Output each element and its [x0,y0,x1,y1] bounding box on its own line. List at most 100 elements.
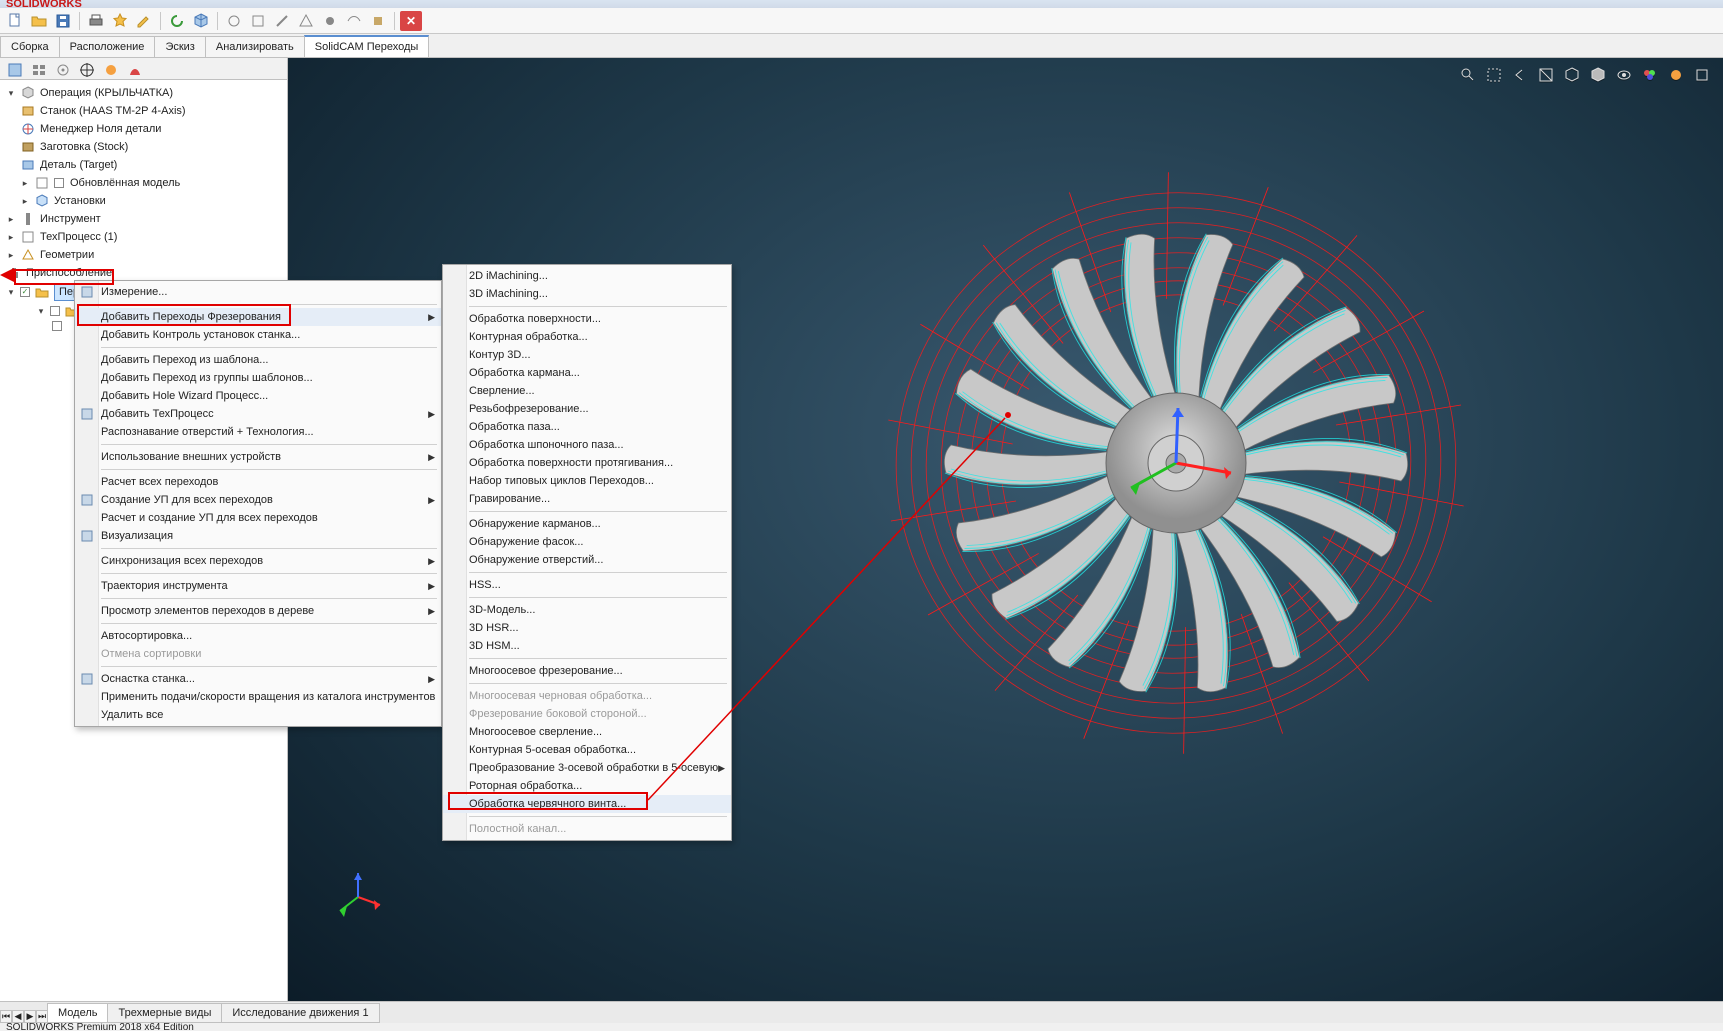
context-menu-item[interactable]: 3D iMachining... [443,285,731,303]
context-menu-item[interactable]: Обнаружение отверстий... [443,551,731,569]
property-tab[interactable] [52,60,74,80]
tab-analyze[interactable]: Анализировать [205,36,305,57]
appearance-tab[interactable] [100,60,122,80]
expand-icon[interactable]: ▸ [6,214,16,224]
context-menu-item[interactable]: Просмотр элементов переходов в дереве▶ [75,602,441,620]
expand-icon[interactable]: ▸ [6,250,16,260]
context-menu-item[interactable]: 3D HSM... [443,637,731,655]
open-button[interactable] [28,10,50,32]
context-menu-item[interactable]: Многоосевое фрезерование... [443,662,731,680]
tree-item[interactable]: Станок (HAAS TM-2P 4-Axis) [2,102,285,120]
tool-button[interactable] [343,10,365,32]
context-menu-item[interactable]: Добавить ТехПроцесс▶ [75,405,441,423]
context-menu-item[interactable]: Контурная обработка... [443,328,731,346]
zoom-fit-button[interactable] [1457,64,1479,86]
expand-icon[interactable]: ▸ [6,232,16,242]
view-orientation-button[interactable] [1561,64,1583,86]
context-menu-item[interactable]: Резьбофрезерование... [443,400,731,418]
context-menu-item[interactable]: Добавить Контроль установок станка... [75,326,441,344]
context-menu-item[interactable]: 3D HSR... [443,619,731,637]
tab-layout[interactable]: Расположение [59,36,156,57]
tool-button[interactable] [295,10,317,32]
expand-icon[interactable]: ▸ [20,196,30,206]
zoom-area-button[interactable] [1483,64,1505,86]
context-menu-item[interactable]: Оснастка станка...▶ [75,670,441,688]
context-menu-item[interactable]: Траектория инструмента▶ [75,577,441,595]
tree-item[interactable]: Заготовка (Stock) [2,138,285,156]
context-menu-item[interactable]: Гравирование... [443,490,731,508]
context-menu-item[interactable]: Обнаружение карманов... [443,515,731,533]
context-menu-item[interactable]: Контур 3D... [443,346,731,364]
context-menu-item[interactable]: Применить подачи/скорости вращения из ка… [75,688,441,706]
appearance-button[interactable] [1639,64,1661,86]
context-menu-item[interactable]: Контурная 5-осевая обработка... [443,741,731,759]
target-tab[interactable] [76,60,98,80]
tab-solidcam-transitions[interactable]: SolidCAM Переходы [304,35,430,57]
context-menu-item[interactable]: Измерение... [75,283,441,301]
tool-button[interactable] [223,10,245,32]
context-menu-item[interactable]: Добавить Переходы Фрезерования▶ [75,308,441,326]
checkbox-icon[interactable] [54,178,64,188]
axis-gizmo[interactable] [328,867,388,927]
feature-tree-tab[interactable] [4,60,26,80]
context-menu-item[interactable]: Визуализация [75,527,441,545]
context-menu-item[interactable]: Многоосевое сверление... [443,723,731,741]
tab-nav-prev[interactable]: ◀ [12,1010,24,1023]
cam-tab[interactable] [124,60,146,80]
expand-icon[interactable]: ▸ [20,178,30,188]
context-menu-item[interactable]: Распознавание отверстий + Технология... [75,423,441,441]
collapse-icon[interactable]: ▾ [6,287,16,297]
context-menu-item[interactable]: Набор типовых циклов Переходов... [443,472,731,490]
tool-button[interactable] [367,10,389,32]
context-menu-item[interactable]: Обнаружение фасок... [443,533,731,551]
view-settings-button[interactable] [1691,64,1713,86]
context-menu-item[interactable]: Создание УП для всех переходов▶ [75,491,441,509]
doc-tab-3dviews[interactable]: Трехмерные виды [107,1003,222,1023]
print-button[interactable] [85,10,107,32]
context-menu-item[interactable]: 3D-Модель... [443,601,731,619]
context-menu-item[interactable]: Расчет и создание УП для всех переходов [75,509,441,527]
previous-view-button[interactable] [1509,64,1531,86]
tree-item[interactable]: ▸ТехПроцесс (1) [2,228,285,246]
tab-nav-first[interactable]: ⏮ [0,1010,12,1023]
context-menu-item[interactable]: Обработка шпоночного паза... [443,436,731,454]
tree-item[interactable]: ▸Геометрии [2,246,285,264]
tree-item[interactable]: Менеджер Ноля детали [2,120,285,138]
config-tab[interactable] [28,60,50,80]
context-menu-item[interactable]: HSS... [443,576,731,594]
rebuild-button[interactable] [166,10,188,32]
close-button[interactable]: ✕ [400,11,422,31]
doc-tab-model[interactable]: Модель [47,1003,108,1023]
checkbox-icon[interactable] [52,321,62,331]
context-menu-item[interactable]: Синхронизация всех переходов▶ [75,552,441,570]
checkbox-checked-icon[interactable]: ✓ [20,287,30,297]
tool-button[interactable] [271,10,293,32]
context-menu-item[interactable]: Использование внешних устройств▶ [75,448,441,466]
context-menu-item[interactable]: Расчет всех переходов [75,473,441,491]
save-button[interactable] [52,10,74,32]
hide-show-button[interactable] [1613,64,1635,86]
tool-button[interactable] [247,10,269,32]
context-menu-item[interactable]: Добавить Переход из группы шаблонов... [75,369,441,387]
tree-item[interactable]: ▸Обновлённая модель [2,174,285,192]
checkbox-icon[interactable] [50,306,60,316]
context-menu-item[interactable]: 2D iMachining... [443,267,731,285]
section-view-button[interactable] [1535,64,1557,86]
collapse-icon[interactable]: ▾ [36,306,46,316]
tab-assembly[interactable]: Сборка [0,36,60,57]
doc-tab-motion[interactable]: Исследование движения 1 [221,1003,379,1023]
scene-button[interactable] [1665,64,1687,86]
context-menu-item[interactable]: Добавить Переход из шаблона... [75,351,441,369]
context-menu-item[interactable]: Добавить Hole Wizard Процесс... [75,387,441,405]
context-menu-item[interactable]: Обработка поверхности... [443,310,731,328]
tree-item[interactable]: Деталь (Target) [2,156,285,174]
context-menu-item[interactable]: Удалить все [75,706,441,724]
display-style-button[interactable] [1587,64,1609,86]
context-menu-item[interactable]: Автосортировка... [75,627,441,645]
tree-root[interactable]: ▾ Операция (КРЫЛЬЧАТКА) [2,84,285,102]
context-menu-item[interactable]: Обработка паза... [443,418,731,436]
context-menu-item[interactable]: Обработка поверхности протягивания... [443,454,731,472]
collapse-icon[interactable]: ▾ [6,88,16,98]
edit-button[interactable] [133,10,155,32]
context-menu-item[interactable]: Обработка червячного винта... [443,795,731,813]
